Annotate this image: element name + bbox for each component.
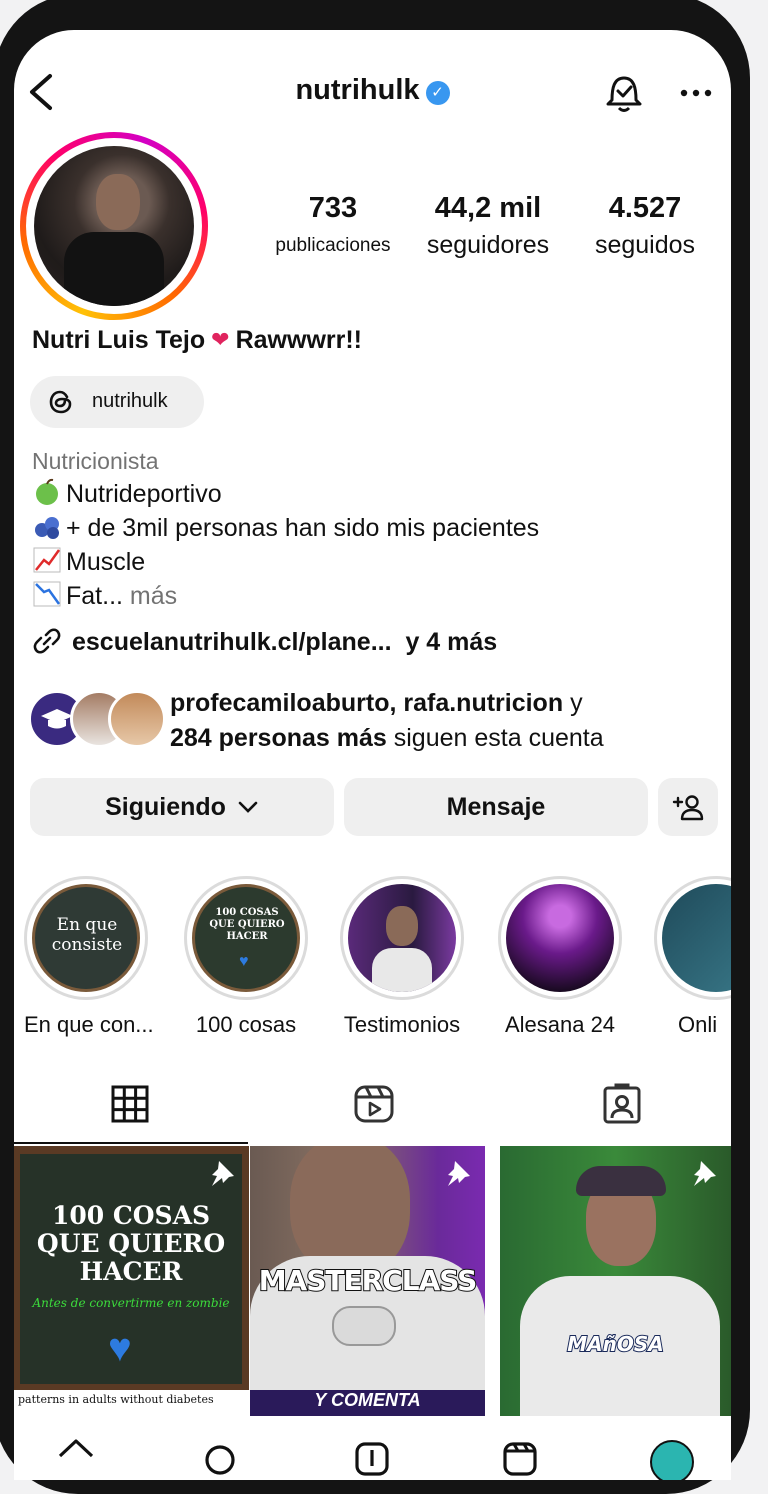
profile-nav-avatar[interactable] (650, 1440, 694, 1480)
followers-count: 44,2 mil (434, 192, 542, 224)
post-title: 100 COSAS QUE QUIERO HACER (36, 1201, 226, 1286)
blueberries-icon (32, 512, 62, 540)
follower-avatar (108, 690, 166, 748)
link-icon (33, 628, 61, 654)
following-label: seguidos (594, 231, 696, 259)
highlight-item[interactable]: 100 COSAS QUE QUIERO HACER ♥ 100 cosas (184, 876, 308, 1038)
green-apple-icon (32, 478, 62, 506)
add-person-icon (672, 795, 704, 821)
threads-handle: nutrihulk (92, 390, 168, 412)
profile-link[interactable]: escuelanutrihulk.cl/plane... y 4 más (32, 626, 497, 657)
following-count: 4.527 (608, 192, 682, 224)
bio-line: + de 3mil personas han sido mis paciente… (32, 512, 539, 543)
followed-by-text[interactable]: profecamiloaburto, rafa.nutricion y 284 … (170, 686, 690, 756)
followers-label: seguidores (426, 231, 550, 259)
bio-line: Nutrideportivo (32, 478, 222, 509)
following-button[interactable]: Siguiendo (30, 778, 334, 836)
highlight-item[interactable]: Onli (654, 876, 731, 1038)
notifications-bell-icon[interactable] (604, 70, 644, 114)
threads-icon (49, 390, 72, 414)
speech-bubble-icon (332, 1306, 396, 1346)
highlight-item[interactable]: Alesana 24 (498, 876, 622, 1038)
followers-stat[interactable]: 44,2 mil seguidores (414, 192, 562, 260)
avatar (34, 146, 194, 306)
bio-line: Fat... más (32, 580, 177, 611)
profile-full-name: Nutri Luis Tejo ❤ Rawwwrr!! (32, 326, 362, 354)
create-icon[interactable] (352, 1436, 392, 1480)
username-text: nutrihulk (295, 74, 420, 106)
pin-icon (212, 1161, 234, 1186)
profile-screen: nutrihulk ✓ 733 publicaciones 44,2 mil se… (14, 30, 731, 1480)
verified-badge-icon: ✓ (425, 81, 450, 105)
posts-count: 733 (308, 192, 358, 224)
bio-more-link[interactable]: más (130, 582, 177, 610)
pin-icon (448, 1161, 470, 1186)
profile-avatar-story-ring[interactable] (20, 132, 208, 320)
bottom-navigation (14, 1418, 731, 1480)
highlight-cover-text: En que consiste (51, 915, 123, 955)
posts-stat[interactable]: 733 publicaciones (268, 192, 398, 257)
reels-nav-icon[interactable] (500, 1436, 540, 1480)
following-stat[interactable]: 4.527 seguidos (580, 192, 710, 260)
post-thumbnail[interactable]: MASTERCLASS Y COMENTA (250, 1146, 485, 1416)
reels-tab-icon[interactable] (352, 1082, 396, 1126)
grid-tab-icon[interactable] (108, 1082, 152, 1126)
suggest-people-button[interactable] (658, 778, 718, 836)
pin-icon (694, 1161, 716, 1186)
highlight-item[interactable]: En que consiste En que con... (24, 876, 154, 1038)
highlight-cover-text: 100 COSAS QUE QUIERO HACER (209, 907, 285, 942)
highlight-label: En que con... (24, 1012, 154, 1037)
more-options-icon[interactable] (676, 88, 716, 98)
search-icon[interactable] (200, 1436, 240, 1480)
posts-label: publicaciones (275, 235, 391, 256)
chart-increasing-icon (32, 546, 62, 574)
post-footer: Y COMENTA (250, 1390, 485, 1416)
post-subtitle: Antes de convertirme en zombie (32, 1296, 230, 1310)
post-thumbnail[interactable]: MAñOSA (500, 1146, 731, 1416)
highlight-label: Onli (678, 1012, 718, 1037)
threads-badge[interactable]: nutrihulk (30, 376, 204, 428)
highlight-label: Testimonios (343, 1012, 461, 1037)
home-icon[interactable] (56, 1436, 96, 1480)
active-tab-indicator (14, 1142, 248, 1144)
post-thumbnail[interactable]: 100 COSAS QUE QUIERO HACER Antes de conv… (14, 1146, 249, 1416)
fire-heart-icon: ❤ (211, 327, 230, 352)
highlight-item[interactable]: Testimonios (340, 876, 464, 1038)
post-footer: patterns in adults without diabetes (14, 1390, 249, 1416)
highlight-label: Alesana 24 (504, 1012, 616, 1037)
profile-category: Nutricionista (32, 448, 159, 474)
tagged-tab-icon[interactable] (600, 1082, 644, 1126)
chevron-down-icon (238, 801, 258, 813)
bio-line: Muscle (32, 546, 145, 577)
post-title: MAñOSA (566, 1331, 665, 1357)
post-title: MASTERCLASS (258, 1263, 479, 1298)
message-button[interactable]: Mensaje (344, 778, 648, 836)
highlight-label: 100 cosas (195, 1012, 297, 1037)
chart-decreasing-icon (32, 580, 62, 608)
